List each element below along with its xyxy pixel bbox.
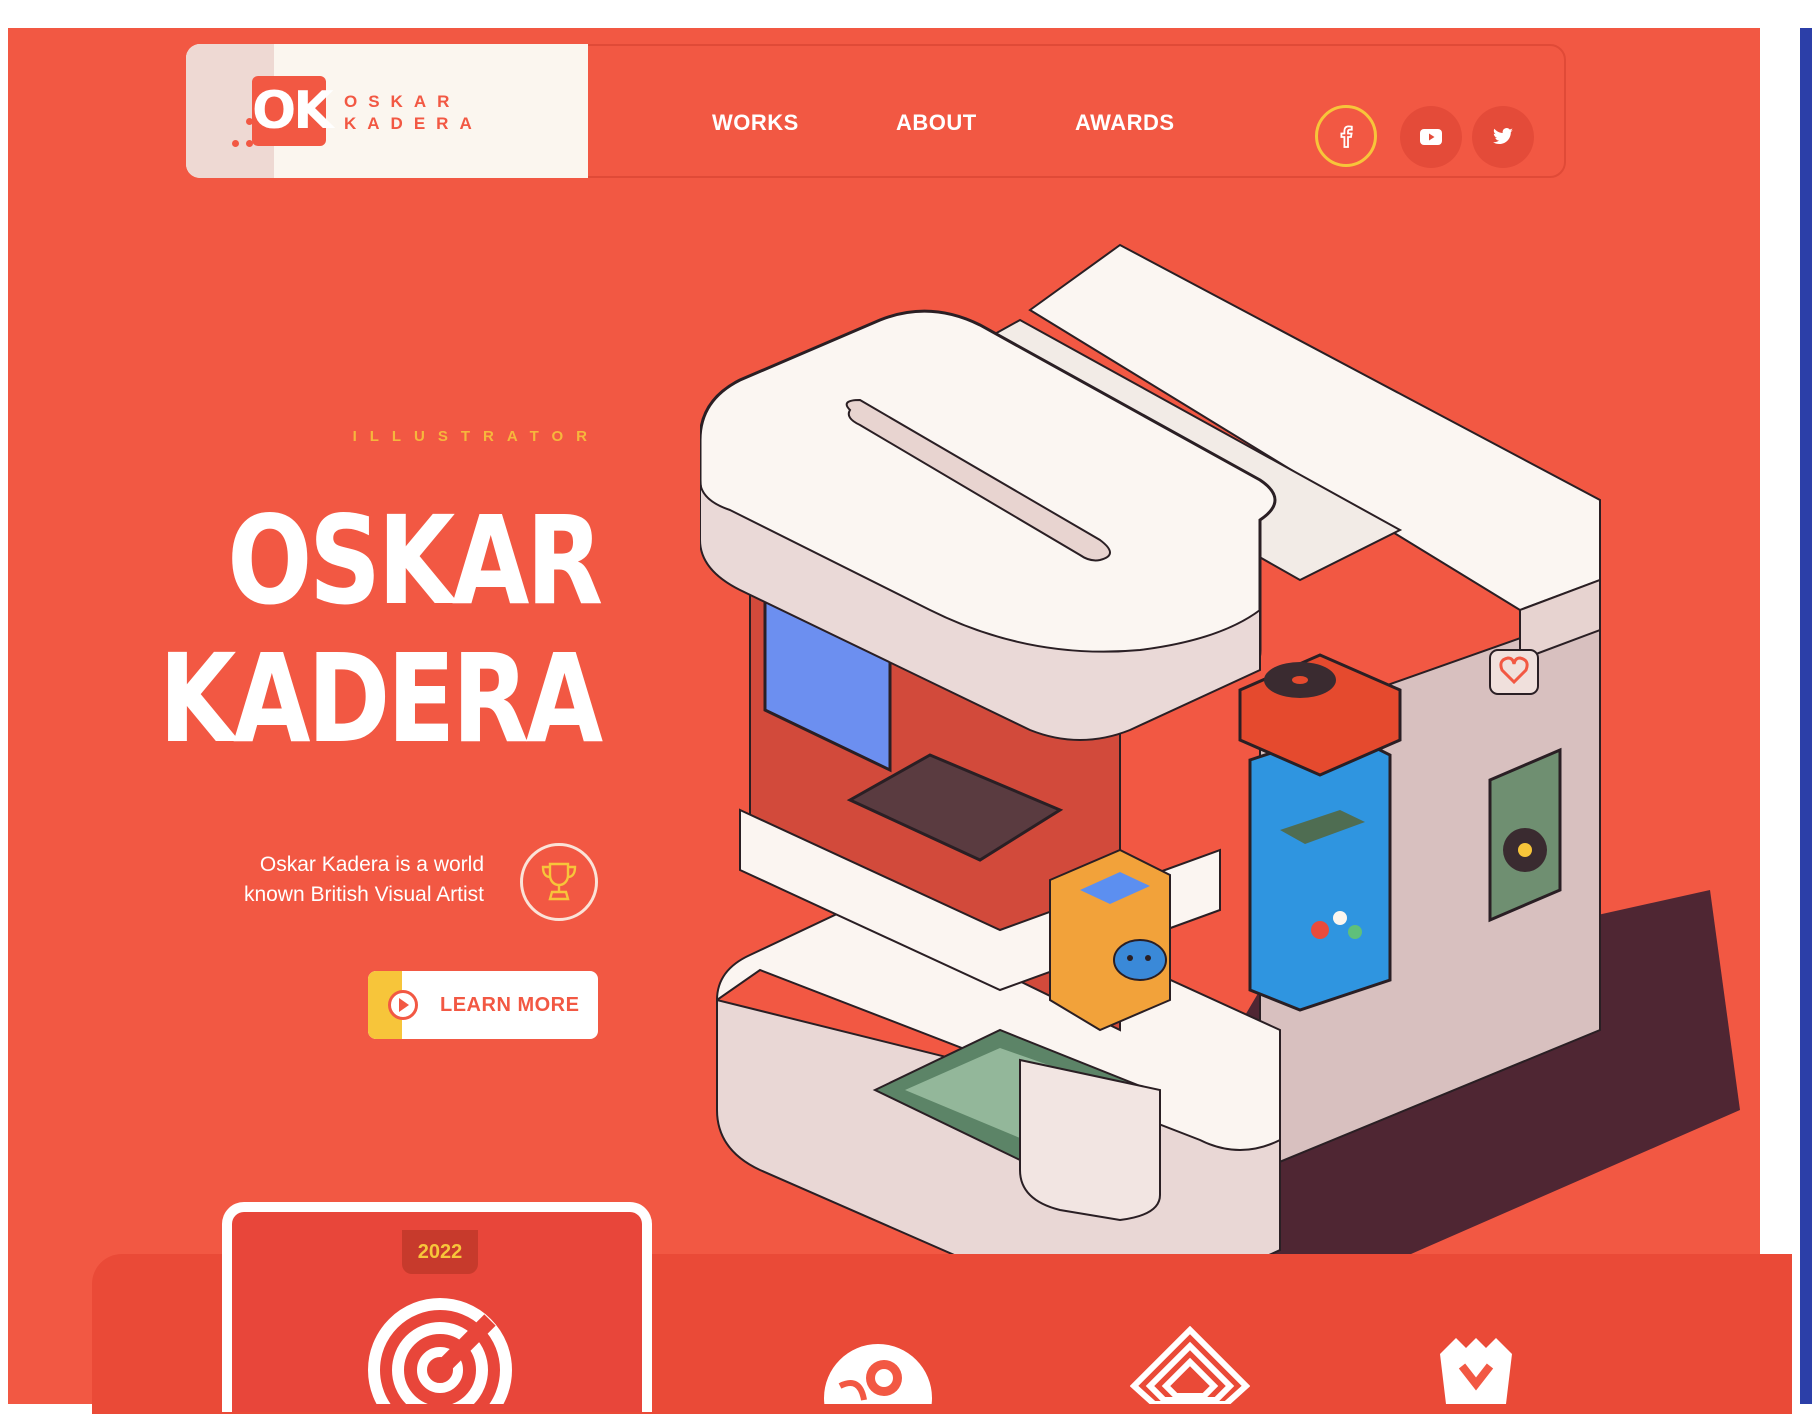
trophy-badge[interactable] xyxy=(520,843,598,921)
logo-name-line2: KADERA xyxy=(344,114,483,133)
twitter-icon xyxy=(1493,128,1513,145)
learn-more-button[interactable]: LEARN MORE xyxy=(368,971,598,1039)
play-icon xyxy=(388,990,418,1020)
nav-awards[interactable]: AWARDS xyxy=(1075,110,1175,136)
scrollbar[interactable] xyxy=(1800,28,1812,1404)
logo[interactable]: OK OSKAR KADERA xyxy=(186,44,588,178)
facebook-button[interactable] xyxy=(1315,105,1377,167)
learn-more-label: LEARN MORE xyxy=(440,994,580,1016)
award-year: 2022 xyxy=(402,1230,478,1274)
logo-name-line1: OSKAR xyxy=(344,92,461,111)
trophy-icon xyxy=(541,862,577,901)
hero-eyebrow: ILLUSTRATOR xyxy=(352,428,600,445)
robot-award-icon xyxy=(1440,1338,1512,1404)
maze-award-icon xyxy=(1130,1326,1250,1404)
hero-title: OSKAR KADERA xyxy=(158,490,603,770)
target-award-icon xyxy=(368,1298,512,1404)
twitter-button[interactable] xyxy=(1472,106,1534,168)
logo-dot xyxy=(232,140,239,147)
nav-works[interactable]: WORKS xyxy=(712,110,799,136)
youtube-button[interactable] xyxy=(1400,106,1462,168)
hero-title-line1: OSKAR xyxy=(227,490,603,632)
youtube-icon xyxy=(1420,129,1442,145)
nav-about[interactable]: ABOUT xyxy=(896,110,977,136)
heart-sign xyxy=(1489,649,1539,695)
hero-description: Oskar Kadera is a world known British Vi… xyxy=(243,853,484,906)
ok-workspace-illustration xyxy=(700,243,1740,1300)
cat xyxy=(1113,939,1167,981)
globe-award-icon xyxy=(824,1344,932,1404)
hero-title-line2: KADERA xyxy=(158,628,603,770)
logo-mark: OK xyxy=(252,76,334,146)
facebook-icon xyxy=(1340,125,1353,148)
